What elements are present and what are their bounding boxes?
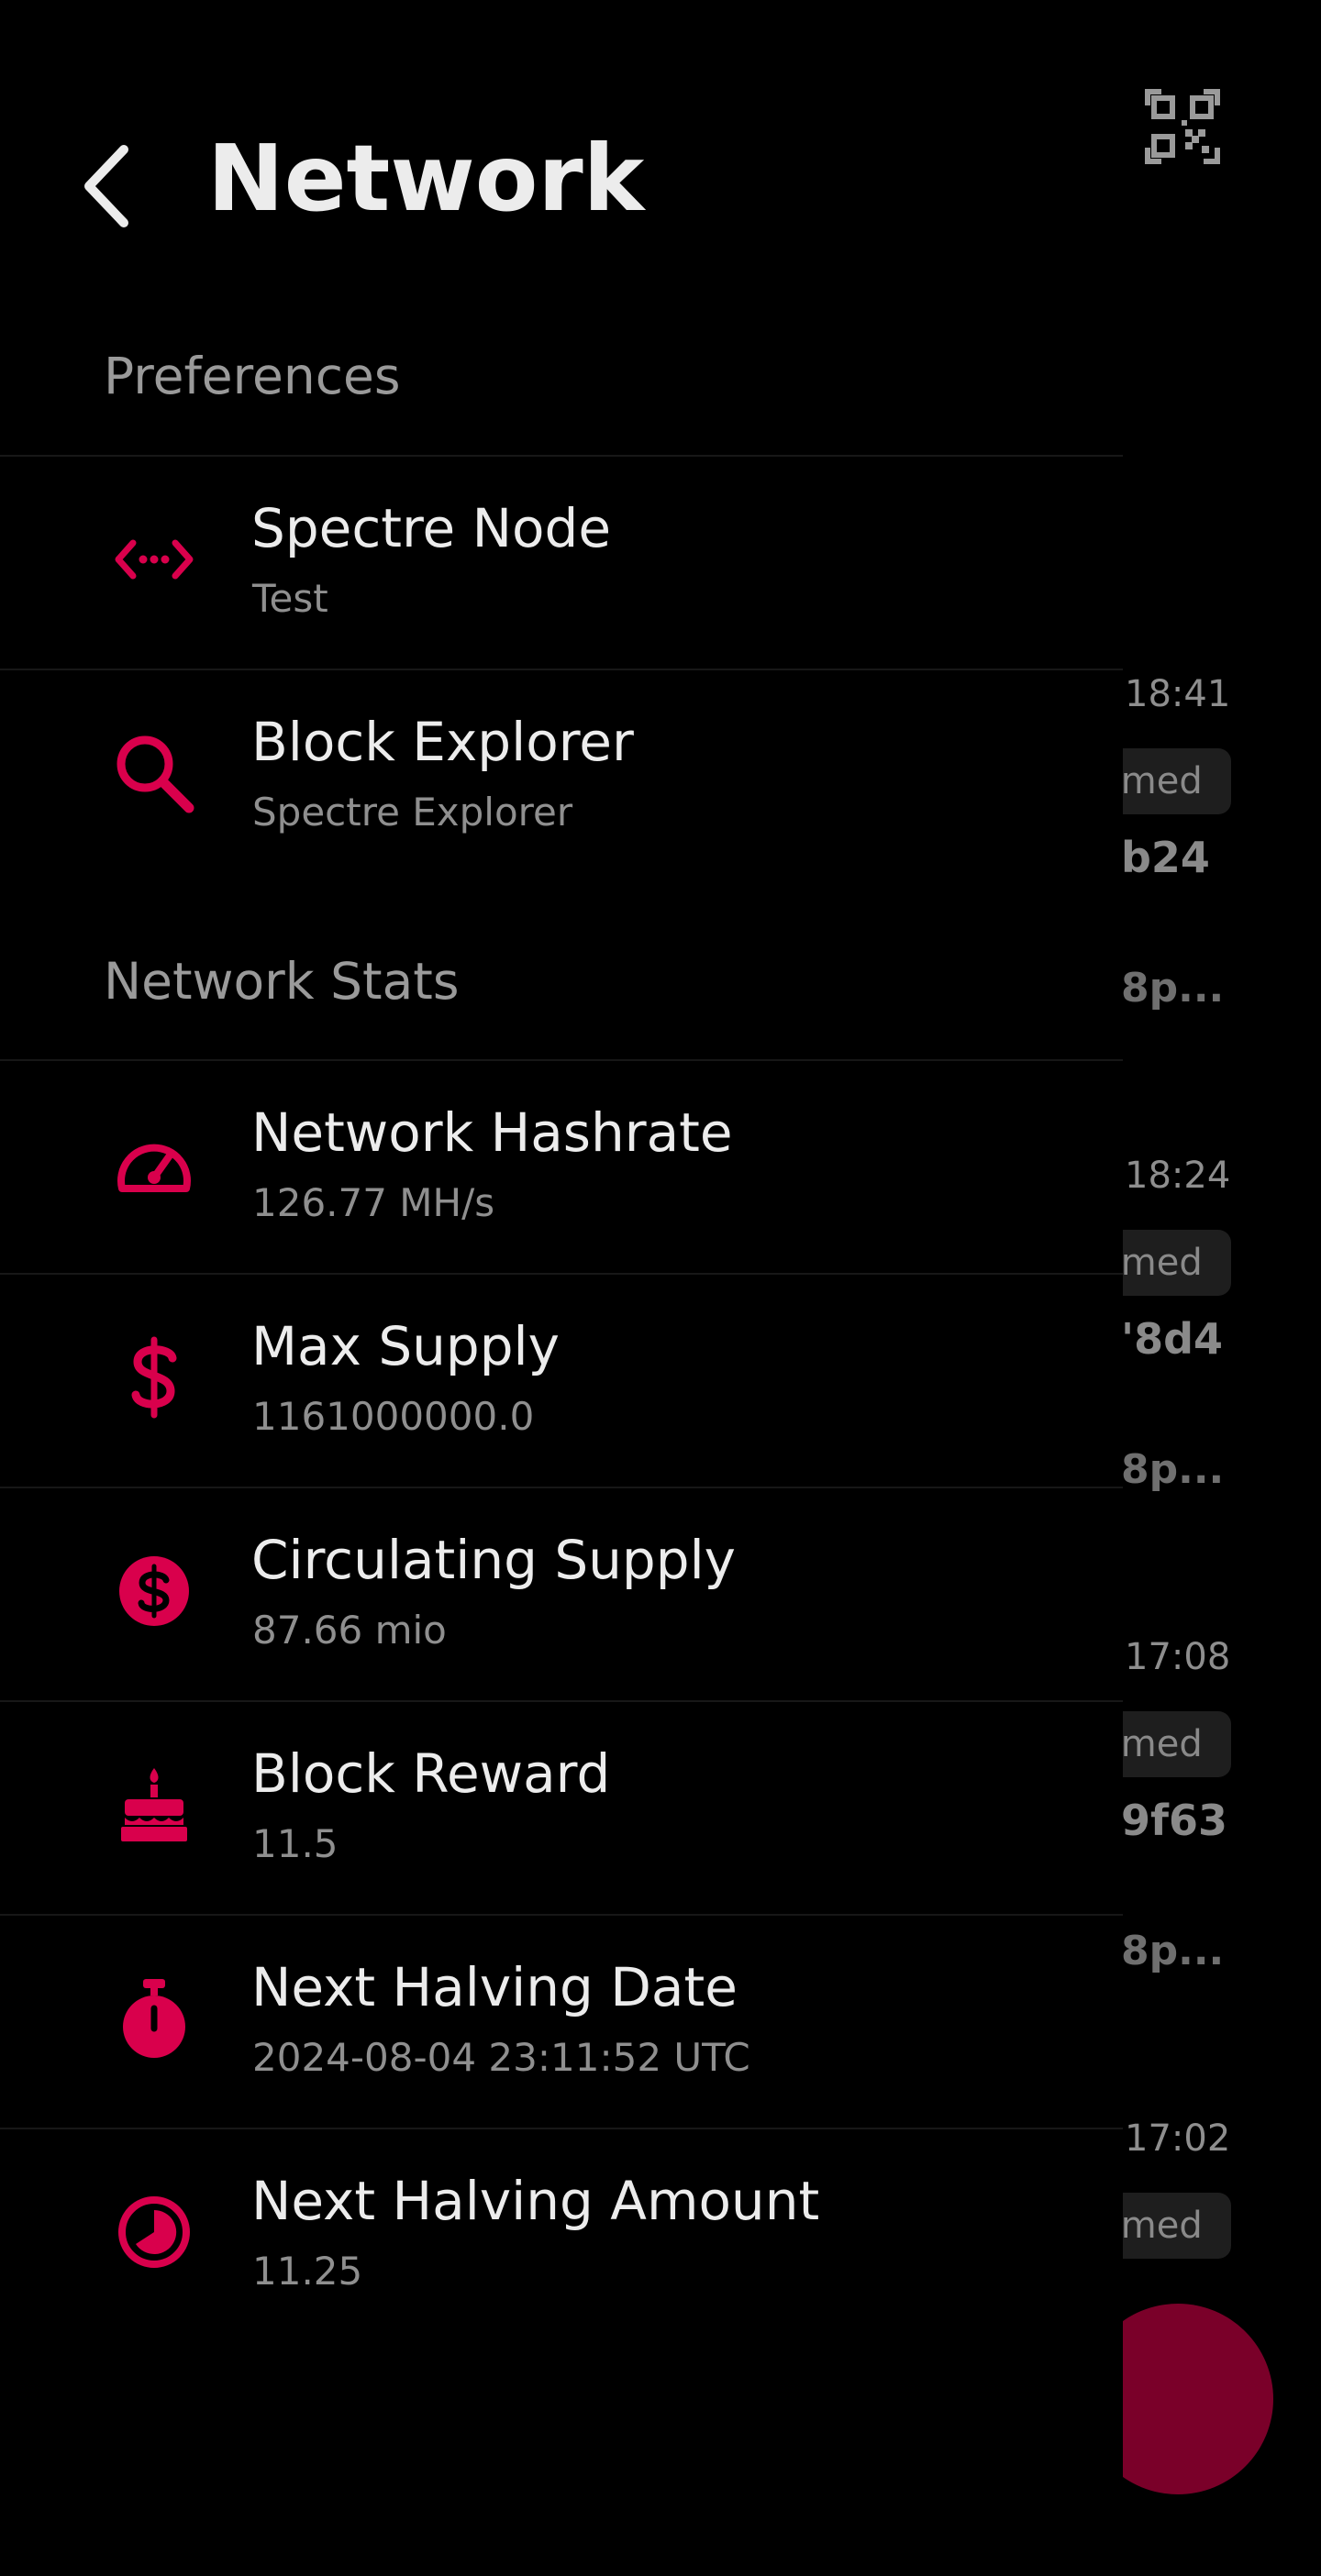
cake-icon: [108, 1759, 200, 1851]
transaction-hash: 9f63: [1121, 1796, 1228, 1845]
setting-item-spectre-node[interactable]: Spectre Node Test: [0, 457, 1123, 669]
setting-item-title: Block Explorer: [251, 711, 634, 773]
transaction-address: 8p...: [1121, 1446, 1225, 1493]
code-arrows-icon: [108, 514, 200, 605]
section-title-preferences: Preferences: [104, 347, 401, 405]
stat-item-title: Max Supply: [251, 1315, 560, 1377]
transaction-time: 17:02: [1125, 2117, 1231, 2160]
stat-item-value: 11.5: [252, 1821, 339, 1866]
setting-item-subtitle: Test: [252, 576, 328, 621]
stat-item-network-hashrate[interactable]: Network Hashrate 126.77 MH/s: [0, 1061, 1123, 1274]
section-title-network-stats: Network Stats: [104, 952, 460, 1011]
stat-item-value: 87.66 mio: [252, 1608, 447, 1653]
transaction-hash: b24: [1121, 833, 1210, 882]
stat-item-value: 11.25: [252, 2249, 363, 2294]
stat-item-title: Block Reward: [251, 1742, 611, 1805]
transaction-time: 18:41: [1125, 673, 1231, 715]
back-button[interactable]: [64, 138, 147, 238]
drawer-header: Network: [0, 0, 1123, 303]
stat-item-value: 126.77 MH/s: [252, 1180, 495, 1225]
gauge-icon: [108, 1118, 200, 1210]
setting-item-subtitle: Spectre Explorer: [252, 790, 573, 835]
stat-item-title: Next Halving Date: [251, 1956, 738, 2018]
transaction-time: 18:24: [1125, 1155, 1231, 1197]
transaction-time: 17:08: [1125, 1636, 1231, 1678]
dollar-circle-icon: [108, 1545, 200, 1637]
transaction-address: 8p...: [1121, 1928, 1225, 1974]
stat-item-max-supply[interactable]: Max Supply 1161000000.0: [0, 1275, 1123, 1487]
page-title: Network: [207, 125, 645, 232]
stat-item-value: 2024-08-04 23:11:52 UTC: [252, 2035, 750, 2080]
stat-item-block-reward[interactable]: Block Reward 11.5: [0, 1702, 1123, 1915]
chevron-left-icon: [78, 142, 133, 234]
setting-item-title: Spectre Node: [251, 497, 612, 559]
qr-code-icon[interactable]: [1145, 89, 1220, 164]
transaction-hash: '8d4: [1121, 1314, 1224, 1364]
stat-item-title: Network Hashrate: [251, 1101, 733, 1164]
dollar-icon: [108, 1332, 200, 1423]
setting-item-block-explorer[interactable]: Block Explorer Spectre Explorer: [0, 670, 1123, 883]
stopwatch-icon: [108, 1973, 200, 2064]
stat-item-next-halving-date[interactable]: Next Halving Date 2024-08-04 23:11:52 UT…: [0, 1916, 1123, 2128]
network-drawer: Network Preferences Spectre Node Test Bl…: [0, 0, 1123, 2576]
stat-item-value: 1161000000.0: [252, 1394, 535, 1439]
search-icon: [108, 727, 200, 819]
stat-item-next-halving-amount[interactable]: Next Halving Amount 11.25: [0, 2129, 1123, 2342]
pie-timer-icon: [108, 2186, 200, 2278]
transaction-address: 8p...: [1121, 965, 1225, 1012]
stat-item-title: Circulating Supply: [251, 1529, 737, 1591]
stat-item-title: Next Halving Amount: [251, 2170, 820, 2232]
stat-item-circulating-supply[interactable]: Circulating Supply 87.66 mio: [0, 1488, 1123, 1701]
